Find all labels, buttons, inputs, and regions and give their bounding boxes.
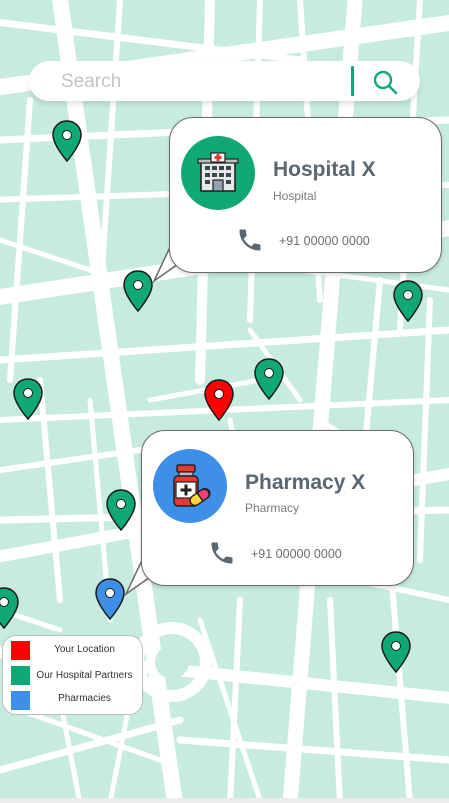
pharmacy-info-card[interactable]: Pharmacy X Pharmacy +91 00000 0000 (122, 430, 414, 596)
pharmacy-title: Pharmacy X (245, 471, 366, 494)
hospital-phone[interactable]: +91 00000 0000 (279, 234, 370, 248)
phone-icon[interactable] (208, 539, 236, 567)
pharmacy-subtitle: Pharmacy (245, 501, 300, 515)
phone-icon[interactable] (236, 226, 264, 254)
search-divider (351, 66, 354, 96)
medicine-bottle-icon (153, 449, 227, 523)
pharmacy-pin-icon[interactable] (95, 578, 125, 620)
search-input[interactable] (59, 69, 343, 95)
hospital-partner-pin-icon[interactable] (381, 631, 411, 673)
callout-body: Hospital X Hospital +91 00000 0000 (169, 117, 442, 273)
hospital-title: Hospital X (273, 158, 376, 181)
search-bar (29, 61, 420, 101)
your-location-pin-icon[interactable] (204, 379, 234, 421)
callout-body: Pharmacy X Pharmacy +91 00000 0000 (141, 430, 414, 586)
legend-label: Pharmacies (58, 693, 111, 704)
hospital-subtitle: Hospital (273, 189, 317, 203)
hospital-partner-pin-icon[interactable] (254, 358, 284, 400)
hospital-partner-pin-icon[interactable] (393, 280, 423, 322)
hospital-info-card[interactable]: Hospital X Hospital +91 00000 0000 (150, 117, 442, 283)
hospital-partner-pin-icon[interactable] (52, 120, 82, 162)
map-legend: Your Location Our Hospital Partners Phar… (2, 635, 143, 715)
legend-label: Your Location (54, 644, 115, 655)
legend-label: Our Hospital Partners (36, 670, 133, 681)
hospital-partner-pin-icon[interactable] (123, 270, 153, 312)
hospital-partner-pin-icon[interactable] (0, 587, 19, 629)
pharmacy-phone[interactable]: +91 00000 0000 (251, 547, 342, 561)
hospital-building-icon (181, 136, 255, 210)
hospital-partner-pin-icon[interactable] (13, 378, 43, 420)
search-icon[interactable] (371, 68, 399, 96)
